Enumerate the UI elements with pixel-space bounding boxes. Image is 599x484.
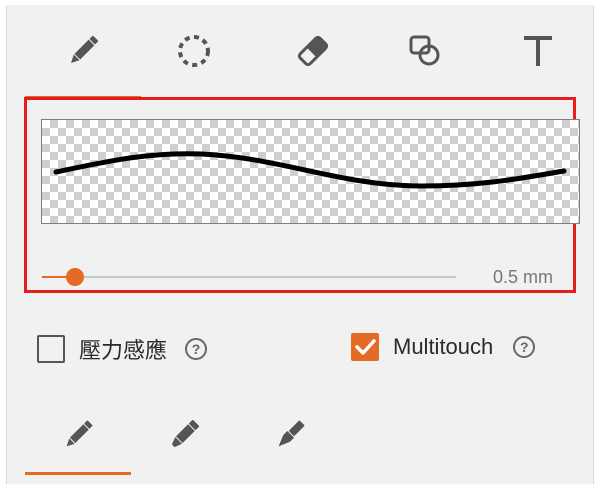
tab-marker-brush[interactable]: [131, 401, 237, 473]
help-icon[interactable]: ?: [513, 336, 536, 358]
tab-fountain-pen-brush[interactable]: [237, 401, 343, 473]
help-icon[interactable]: ?: [185, 338, 208, 360]
lasso-icon: [174, 31, 214, 71]
pressure-option: 壓力感應 ?: [37, 333, 208, 365]
marker-icon: [165, 416, 203, 459]
checkmark-icon: [355, 339, 376, 355]
shapes-icon: [405, 31, 445, 71]
stroke-size-slider[interactable]: [42, 264, 456, 290]
stroke-preview-card: 0.5 mm: [24, 97, 580, 293]
fountain-pen-icon: [271, 416, 309, 459]
pressure-label: 壓力感應: [79, 338, 168, 363]
tab-underline: [25, 472, 131, 475]
tool-tabs: [7, 5, 596, 99]
slider-track: [42, 276, 456, 278]
eraser-icon: [293, 31, 333, 71]
tab-shapes-tool[interactable]: [367, 5, 483, 97]
text-icon: [518, 31, 558, 71]
stroke-preview-line: [53, 151, 567, 189]
tab-lasso-tool[interactable]: [136, 5, 252, 97]
tab-pencil-tool[interactable]: [25, 5, 141, 99]
multitouch-option: Multitouch ?: [351, 333, 536, 361]
pencil-icon: [63, 31, 103, 71]
pen-settings-panel: 0.5 mm 壓力感應 ? Multitouch ?: [6, 5, 594, 484]
stroke-size-label: 0.5 mm: [492, 267, 553, 287]
pen-icon: [59, 416, 97, 459]
pressure-checkbox[interactable]: [37, 335, 65, 363]
tab-eraser-tool[interactable]: [255, 5, 371, 97]
stroke-preview-canvas: [41, 119, 580, 224]
slider-thumb[interactable]: [66, 268, 85, 286]
multitouch-label: Multitouch: [393, 334, 494, 359]
multitouch-checkbox[interactable]: [351, 333, 379, 361]
tab-pen-brush[interactable]: [25, 401, 131, 475]
tab-text-tool[interactable]: [480, 5, 596, 97]
